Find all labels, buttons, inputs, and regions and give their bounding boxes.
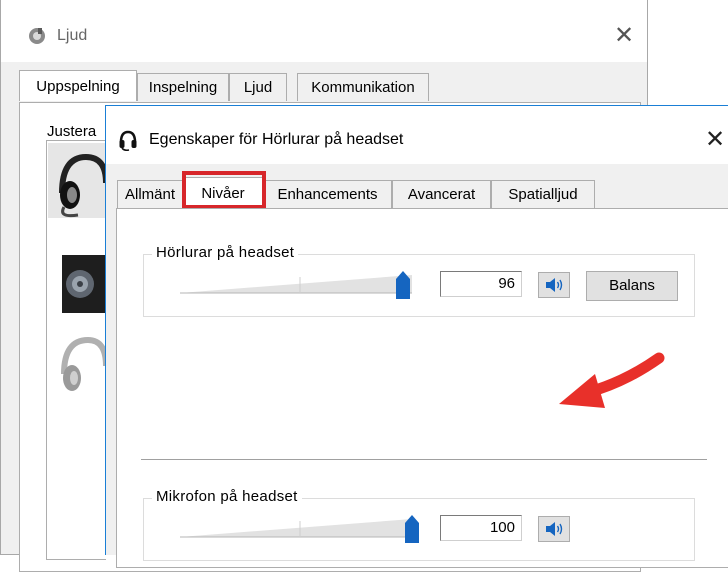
device-item-headset[interactable] — [48, 143, 109, 218]
sound-window-close-icon[interactable]: ✕ — [609, 22, 639, 50]
headphones-level-group: Hörlurar på headset 96 Balans — [143, 244, 695, 317]
tab-enhancements[interactable]: Enhancements — [263, 180, 392, 208]
microphone-mute-button[interactable] — [538, 516, 570, 542]
balance-button[interactable]: Balans — [586, 271, 678, 301]
speaker-device-icon — [62, 255, 106, 313]
microphone-slider-thumb[interactable] — [405, 515, 419, 543]
tab-uppspelning[interactable]: Uppspelning — [19, 70, 137, 101]
sound-window-titlebar: Ljud ✕ — [1, 0, 647, 62]
slider-track — [180, 275, 412, 294]
active-tab-highlight — [182, 171, 266, 209]
tab-allmant[interactable]: Allmänt — [117, 180, 183, 208]
speaker-icon — [546, 278, 563, 292]
headphones-volume-slider[interactable] — [180, 271, 420, 299]
sound-window-title: Ljud — [57, 27, 88, 44]
headphones-level-label: Hörlurar på headset — [152, 244, 299, 261]
levels-divider — [141, 459, 707, 460]
properties-dialog-title: Egenskaper för Hörlurar på headset — [149, 131, 404, 148]
headphones-volume-value[interactable]: 96 — [440, 271, 522, 297]
slider-track — [180, 519, 412, 538]
annotation-arrow-icon — [559, 352, 665, 408]
microphone-volume-slider[interactable] — [180, 515, 420, 543]
properties-dialog-titlebar: Egenskaper för Hörlurar på headset ✕ — [106, 106, 728, 164]
microphone-volume-value[interactable]: 100 — [440, 515, 522, 541]
device-item-headphones[interactable] — [48, 326, 109, 401]
tab-spatialljud[interactable]: Spatialljud — [491, 180, 595, 208]
headphones-slider-thumb[interactable] — [395, 271, 410, 299]
tab-ljud[interactable]: Ljud — [229, 73, 287, 101]
close-icon[interactable]: ✕ — [702, 126, 728, 154]
headset-icon — [119, 130, 137, 151]
speaker-icon — [546, 522, 563, 536]
headphones-mute-button[interactable] — [538, 272, 570, 298]
headset-device-icon — [59, 153, 109, 218]
device-list — [46, 140, 109, 560]
sound-app-icon — [29, 28, 45, 44]
tab-inspelning[interactable]: Inspelning — [137, 73, 229, 101]
tab-kommunikation[interactable]: Kommunikation — [297, 73, 429, 101]
microphone-level-label: Mikrofon på headset — [152, 488, 302, 505]
playback-hint-text: Justera — [47, 123, 97, 140]
microphone-level-group: Mikrofon på headset 100 — [143, 488, 695, 561]
tab-avancerat[interactable]: Avancerat — [392, 180, 491, 208]
device-item-speaker[interactable] — [48, 251, 106, 326]
headphones-device-icon — [61, 336, 109, 391]
properties-dialog: Egenskaper för Hörlurar på headset ✕ All… — [105, 105, 728, 568]
